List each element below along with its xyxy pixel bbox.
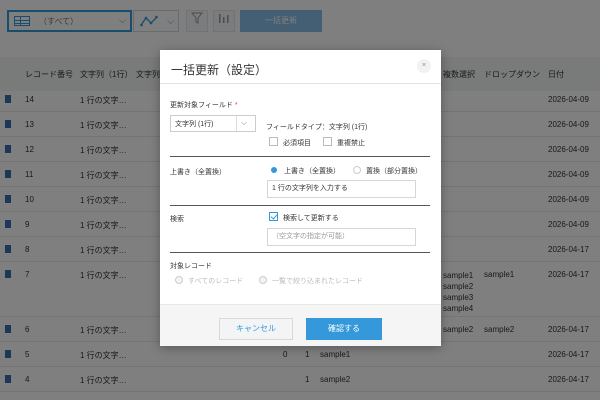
- section-divider: [170, 252, 430, 253]
- confirm-button[interactable]: 確認する: [306, 318, 382, 340]
- filtered-records-radio[interactable]: [259, 276, 267, 284]
- dialog-footer: キャンセル 確認する: [160, 304, 441, 346]
- section-divider: [170, 156, 430, 157]
- search-section-label: 検索: [170, 216, 184, 223]
- target-records-label: 対象レコード: [170, 263, 212, 270]
- required-checkbox[interactable]: [269, 137, 278, 146]
- overwrite-radio-label: 上書き（全置換）: [284, 168, 340, 175]
- search-update-checkbox[interactable]: [269, 212, 278, 221]
- cancel-button[interactable]: キャンセル: [219, 318, 293, 340]
- all-records-radio[interactable]: [175, 276, 183, 284]
- replace-radio-label: 置換（部分置換）: [366, 168, 422, 175]
- search-update-checkbox-label: 検索して更新する: [283, 215, 339, 222]
- overwrite-radio[interactable]: [270, 166, 278, 174]
- chevron-down-icon: ⌵: [241, 118, 248, 127]
- target-field-select[interactable]: 文字列 (1行) ⌵: [170, 115, 256, 132]
- target-field-label: 更新対象フィールド *: [170, 100, 238, 110]
- unique-checkbox-label: 重複禁止: [337, 140, 365, 147]
- close-button[interactable]: ×: [417, 59, 431, 73]
- dialog-title: 一括更新（設定）: [171, 63, 268, 77]
- target-field-value: 文字列 (1行): [175, 121, 214, 128]
- required-checkbox-label: 必須項目: [283, 140, 311, 147]
- search-input[interactable]: （空文字の指定が可能）: [267, 228, 416, 246]
- all-records-radio-label: すべてのレコード: [188, 278, 244, 285]
- replace-radio[interactable]: [353, 166, 361, 174]
- filtered-records-radio-label: 一覧で絞り込まれたレコード: [272, 278, 363, 285]
- header-divider: [160, 83, 441, 84]
- bulk-update-dialog: 一括更新（設定） × 更新対象フィールド * 文字列 (1行) ⌵ フィールドタイ…: [160, 50, 441, 346]
- field-type-text: フィールドタイプ：文字列 (1行): [266, 124, 368, 131]
- overwrite-section-label: 上書き（全置換）: [170, 169, 226, 176]
- required-mark: *: [234, 102, 238, 109]
- section-divider: [170, 205, 430, 206]
- target-field-label-text: 更新対象フィールド: [170, 102, 233, 109]
- overwrite-value-input[interactable]: 1 行の文字列を入力する: [267, 180, 416, 198]
- unique-checkbox[interactable]: [323, 137, 332, 146]
- select-divider: [236, 116, 237, 131]
